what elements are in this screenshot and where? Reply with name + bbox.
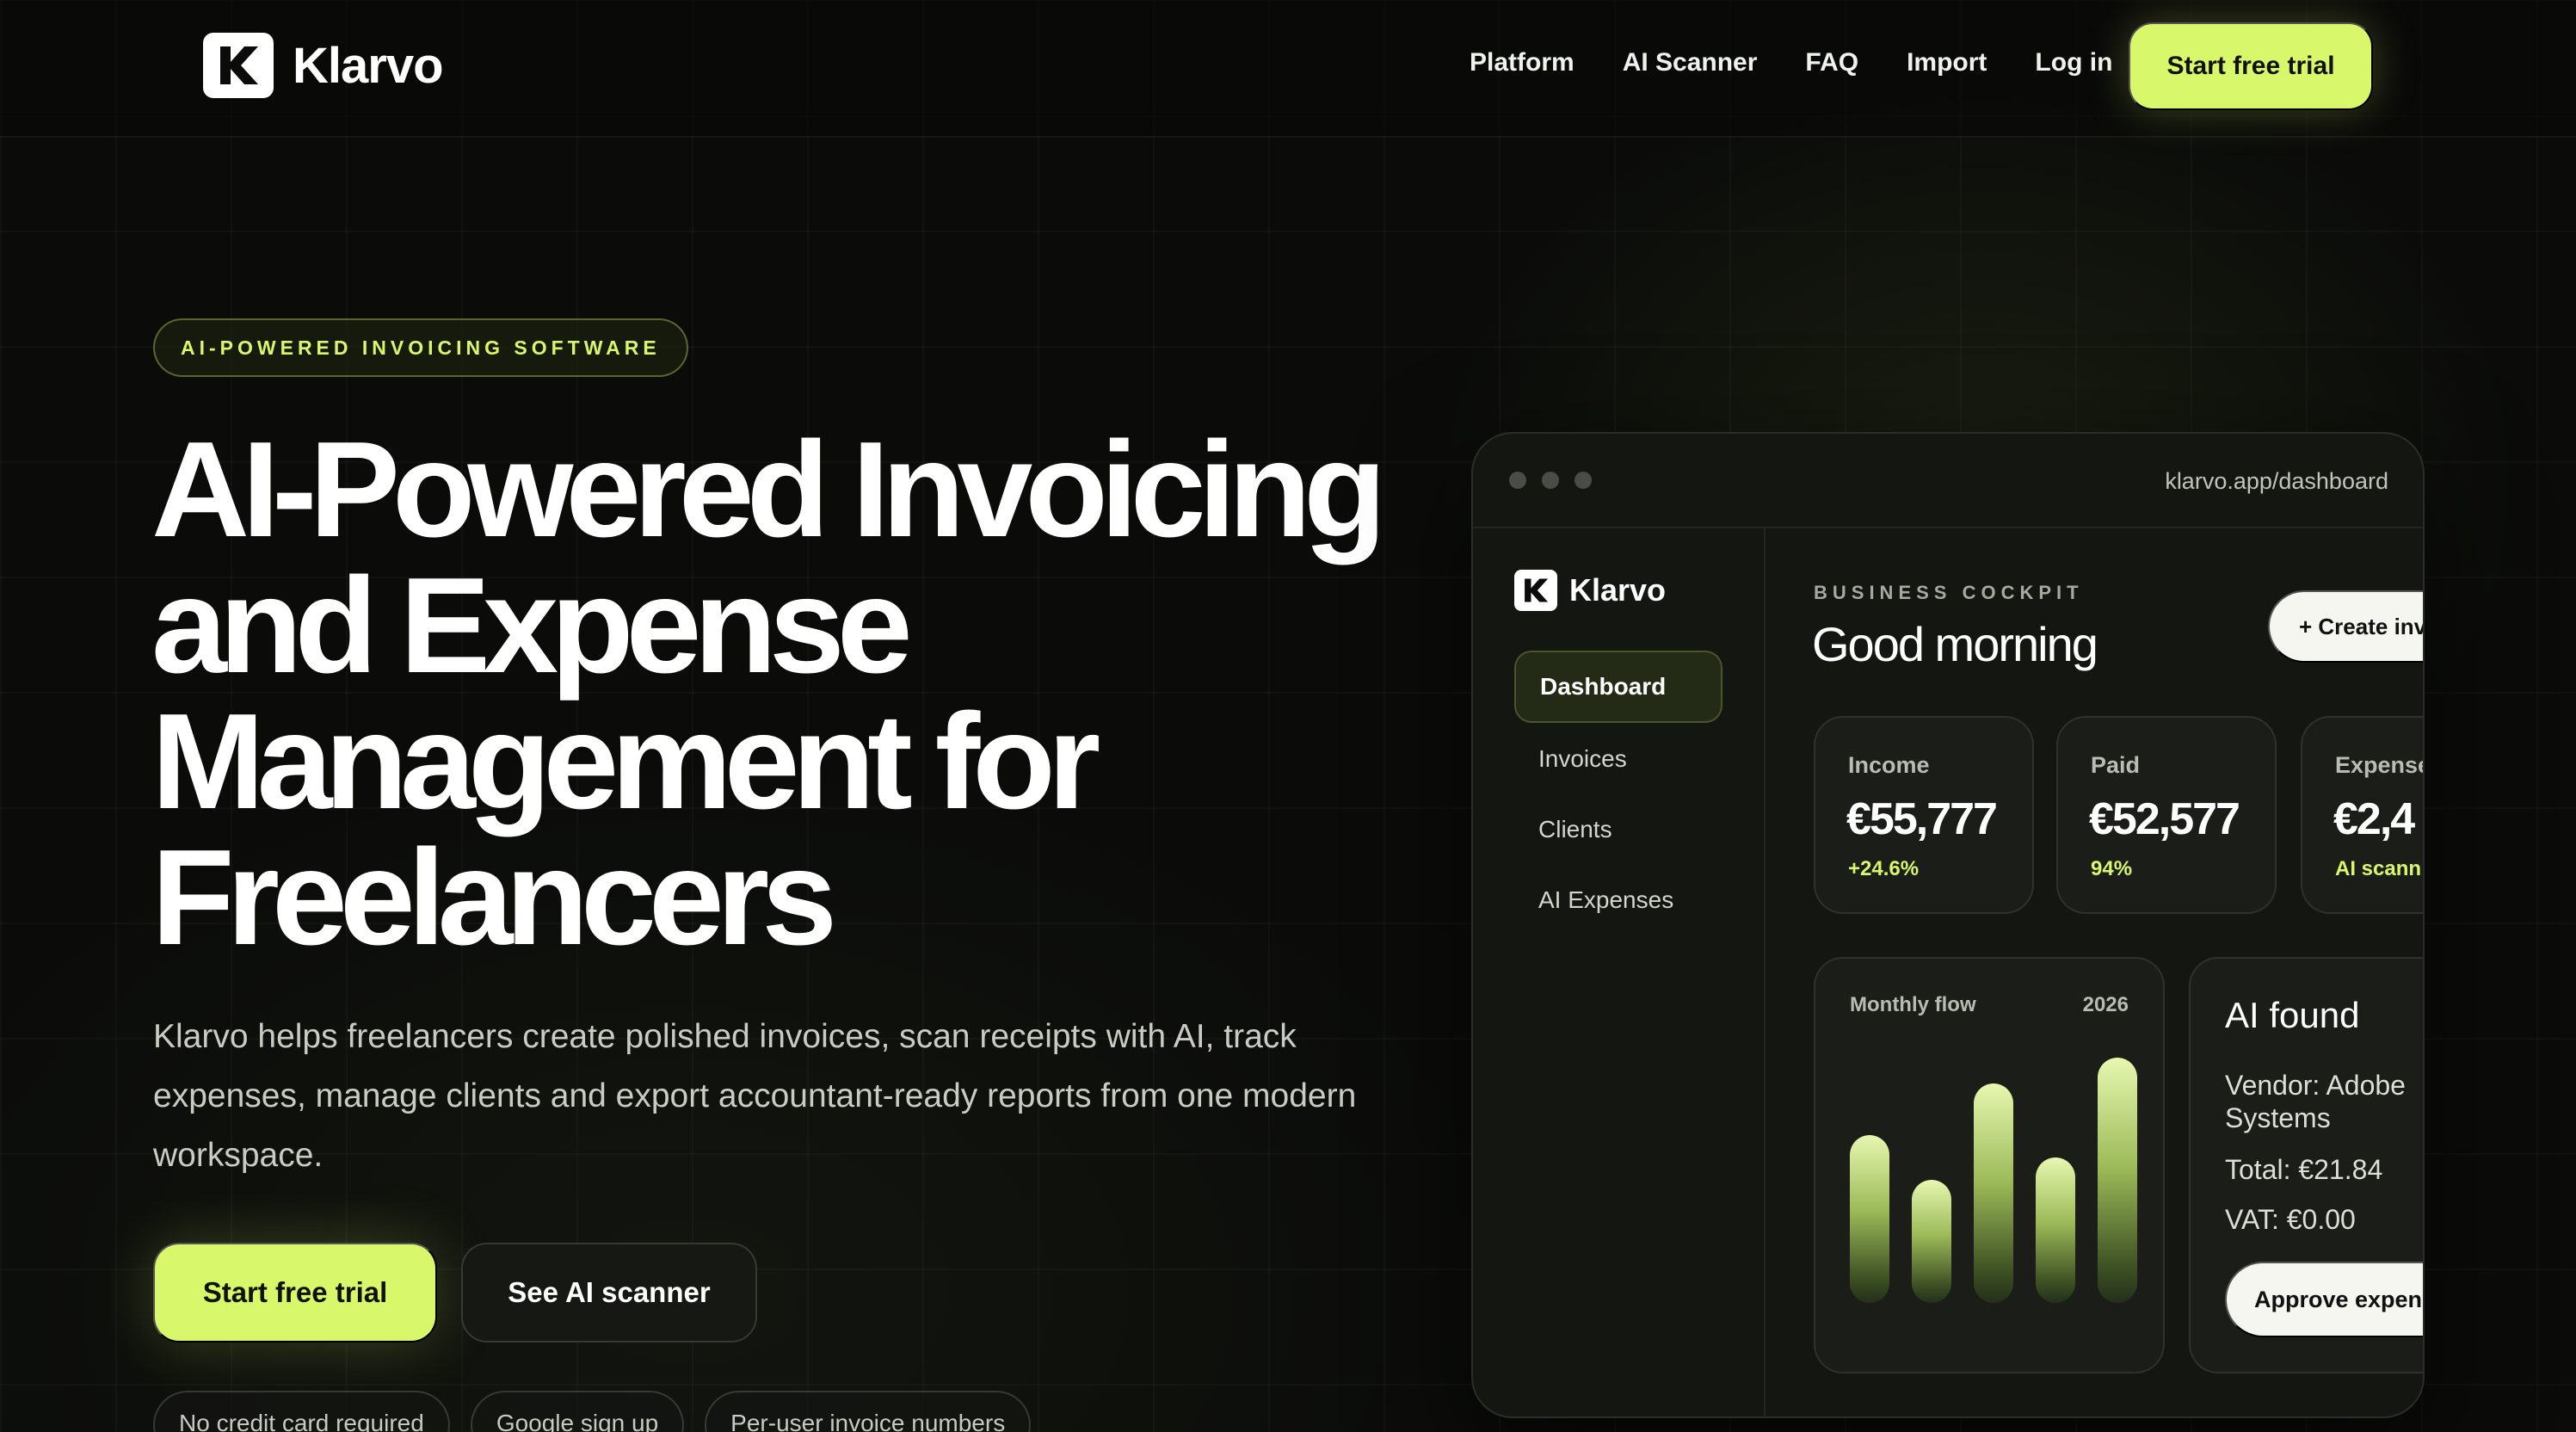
ai-found-title: AI found [2225, 995, 2360, 1035]
dashboard-sidebar: Klarvo Dashboard Invoices Clients AI Exp… [1473, 528, 1766, 1417]
brand-logo[interactable]: Klarvo [203, 33, 444, 98]
nav-link-ai-scanner[interactable]: AI Scanner [1623, 48, 1758, 77]
chip-no-credit-card: No credit card required [153, 1391, 450, 1432]
dashboard-preview: klarvo.app/dashboard Klarvo Dashboard In… [1471, 432, 2425, 1418]
hero-title: AI-Powered Invoicing and Expense Managem… [151, 422, 1442, 966]
klarvo-logo-icon [203, 33, 274, 98]
flow-bar [1850, 1135, 1889, 1303]
nav-start-trial-button[interactable]: Start free trial [2129, 22, 2373, 110]
stat-label: Income [1848, 752, 1930, 778]
feature-chips: No credit card required Google sign up P… [153, 1391, 1032, 1432]
window-dot-icon [1509, 472, 1526, 489]
ai-vat: VAT: €0.00 [2225, 1204, 2356, 1235]
sidebar-item-ai-expenses[interactable]: AI Expenses [1514, 864, 1722, 936]
nav-link-log-in[interactable]: Log in [2035, 48, 2112, 77]
approve-expense-button[interactable]: Approve expens [2225, 1262, 2423, 1337]
flow-bar [2036, 1157, 2075, 1303]
browser-bar: klarvo.app/dashboard [1473, 434, 2423, 528]
greeting-heading: Good morning [1812, 617, 2098, 671]
monthly-flow-card: Monthly flow 2026 [1814, 957, 2165, 1373]
stat-card-paid: Paid €52,577 94% [2056, 716, 2277, 914]
window-dots [1509, 472, 1592, 489]
hero-badge: AI-POWERED INVOICING SOFTWARE [153, 318, 688, 377]
flow-year: 2026 [2082, 993, 2129, 1016]
sidebar-item-invoices[interactable]: Invoices [1514, 723, 1722, 795]
flow-bar [1912, 1180, 1951, 1303]
nav-links: Platform AI Scanner FAQ Import Log in [1470, 48, 2112, 77]
brand-name: Klarvo [293, 37, 444, 94]
stat-value: €55,777 [1846, 794, 1998, 844]
klarvo-logo-icon [1514, 570, 1557, 611]
sidebar-brand-name: Klarvo [1569, 572, 1667, 608]
stat-value: €52,577 [2089, 794, 2240, 844]
hero-title-line: Management for [151, 686, 1100, 837]
top-nav: Klarvo Platform AI Scanner FAQ Import Lo… [0, 0, 2576, 138]
ai-found-card: AI found Vendor: Adobe Systems Total: €2… [2189, 957, 2423, 1373]
chip-invoice-numbers: Per-user invoice numbers [705, 1391, 1032, 1432]
flow-bar [2098, 1058, 2137, 1303]
stat-label: Expense [2335, 752, 2425, 778]
hero-title-line: Freelancers [151, 822, 837, 973]
hero-description: Klarvo helps freelancers create polished… [153, 1018, 1357, 1174]
stat-change: +24.6% [1848, 857, 1920, 880]
nav-link-platform[interactable]: Platform [1470, 48, 1575, 77]
window-dot-icon [1542, 472, 1559, 489]
see-ai-scanner-button[interactable]: See AI scanner [461, 1243, 757, 1342]
flow-bar-chart [1850, 1045, 2137, 1303]
flow-bar [1974, 1083, 2013, 1303]
cockpit-eyebrow: BUSINESS COCKPIT [1814, 582, 2084, 603]
sidebar-item-dashboard[interactable]: Dashboard [1514, 651, 1722, 723]
flow-label: Monthly flow [1850, 993, 1976, 1016]
ai-vendor: Vendor: Adobe Systems [2225, 1070, 2406, 1133]
hero-title-line: and Expense [151, 550, 913, 701]
stat-card-income: Income €55,777 +24.6% [1814, 716, 2034, 914]
stat-value: €2,4 [2333, 794, 2415, 844]
sidebar-logo: Klarvo [1514, 570, 1666, 611]
hero-title-line: AI-Powered Invoicing [151, 414, 1387, 565]
create-invoice-button[interactable]: + Create inv [2268, 590, 2423, 663]
sidebar-item-clients[interactable]: Clients [1514, 793, 1722, 866]
stat-label: Paid [2091, 752, 2141, 778]
browser-url: klarvo.app/dashboard [2165, 468, 2388, 494]
start-free-trial-button[interactable]: Start free trial [153, 1243, 437, 1342]
stat-change: AI scann [2335, 857, 2422, 880]
nav-link-faq[interactable]: FAQ [1805, 48, 1858, 77]
stat-card-expense: Expense €2,4 AI scann [2301, 716, 2425, 914]
ai-total: Total: €21.84 [2225, 1154, 2383, 1185]
stat-change: 94% [2091, 857, 2133, 880]
window-dot-icon [1575, 472, 1592, 489]
nav-link-import[interactable]: Import [1907, 48, 1987, 77]
chip-google-sign-up: Google sign up [470, 1391, 685, 1432]
